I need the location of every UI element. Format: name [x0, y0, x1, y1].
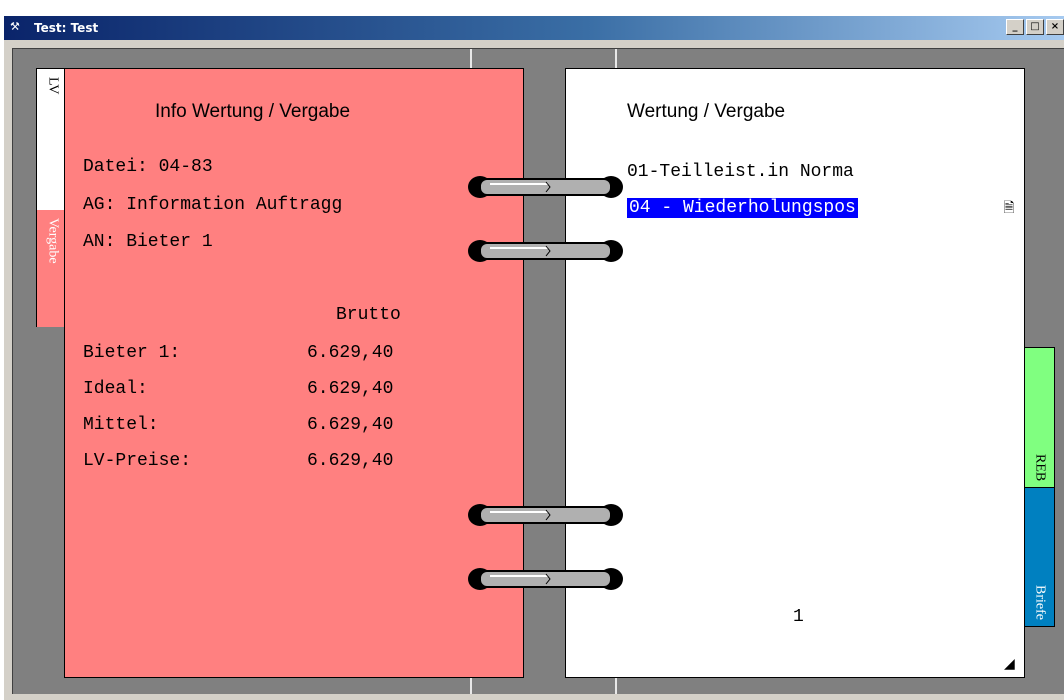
app-icon: ⚒: [10, 20, 20, 33]
document-icon[interactable]: 🗎: [1001, 198, 1017, 216]
row-label: LV-Preise:: [83, 451, 192, 471]
window-title: Test: Test: [34, 21, 99, 35]
tab-lv-label: LV: [45, 77, 61, 95]
binder-ring: [468, 504, 623, 526]
title-bar[interactable]: ⚒ Test: Test _ □ ×: [4, 16, 1064, 40]
tab-reb[interactable]: REB: [1024, 347, 1055, 488]
list-item[interactable]: 01-Teilleist.in Norma: [627, 162, 854, 182]
row-value: 6.629,40: [307, 451, 394, 471]
brutto-header: Brutto: [336, 305, 401, 325]
row-label: Mittel:: [83, 415, 159, 435]
page-corner-icon[interactable]: ◢: [1004, 655, 1015, 672]
row-value: 6.629,40: [307, 379, 394, 399]
list-item-selected[interactable]: 04 - Wiederholungspos: [627, 198, 858, 218]
right-page: Wertung / Vergabe 01-Teilleist.in Norma …: [565, 68, 1025, 678]
page-number: 1: [793, 607, 804, 627]
binder-ring: [468, 568, 623, 590]
binder-ring: [468, 176, 623, 198]
ag-label: AG: Information Auftragg: [83, 195, 343, 215]
row-label: Bieter 1:: [83, 343, 181, 363]
tab-vergabe-label: Vergabe: [45, 218, 61, 264]
workspace: LV Vergabe Info Wertung / Vergabe Datei:…: [12, 48, 1064, 694]
row-value: 6.629,40: [307, 343, 394, 363]
datei-label: Datei: 04-83: [83, 157, 213, 177]
left-page: Info Wertung / Vergabe Datei: 04-83 AG: …: [64, 68, 524, 678]
window-frame: LV Vergabe Info Wertung / Vergabe Datei:…: [4, 40, 1064, 700]
row-label: Ideal:: [83, 379, 148, 399]
maximize-button[interactable]: □: [1026, 19, 1044, 35]
row-value: 6.629,40: [307, 415, 394, 435]
minimize-button[interactable]: _: [1006, 19, 1024, 35]
window-controls: _ □ ×: [1006, 19, 1064, 35]
binder-ring: [468, 240, 623, 262]
close-button[interactable]: ×: [1046, 19, 1064, 35]
tab-briefe[interactable]: Briefe: [1024, 487, 1055, 627]
an-label: AN: Bieter 1: [83, 232, 213, 252]
page-title-left: Info Wertung / Vergabe: [155, 101, 351, 122]
tab-briefe-label: Briefe: [1032, 585, 1048, 620]
tab-reb-label: REB: [1032, 453, 1048, 481]
page-title-right: Wertung / Vergabe: [627, 101, 786, 122]
